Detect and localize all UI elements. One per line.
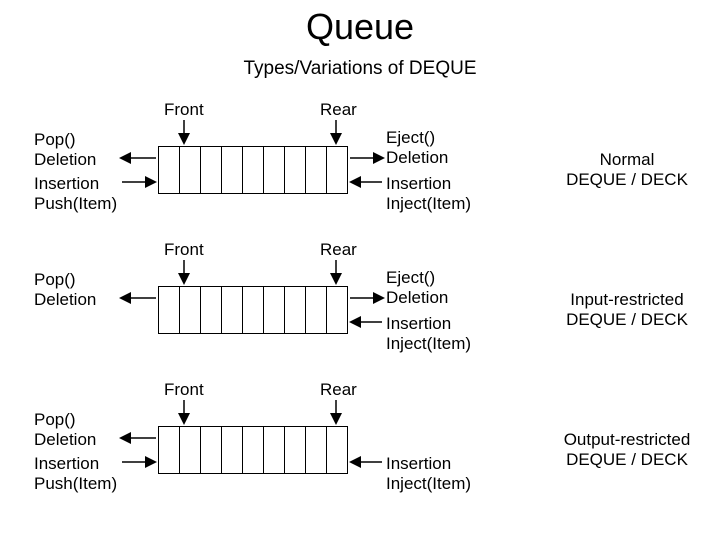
deque-cells-2 — [158, 286, 348, 334]
type-label-input: Input-restricted DEQUE / DECK — [552, 290, 702, 330]
cell — [158, 426, 180, 474]
cell — [221, 146, 243, 194]
cell — [179, 286, 201, 334]
rear-label-3: Rear — [320, 380, 357, 400]
page-title: Queue — [0, 6, 720, 48]
cell — [284, 286, 306, 334]
insertion-push-3: Insertion Push(Item) — [34, 454, 117, 493]
front-label-2: Front — [164, 240, 204, 260]
cell — [179, 146, 201, 194]
cell — [221, 286, 243, 334]
pop-deletion-1: Pop() Deletion — [34, 130, 96, 169]
cell — [326, 286, 348, 334]
cell — [326, 426, 348, 474]
cell — [221, 426, 243, 474]
cell — [284, 146, 306, 194]
cell — [200, 286, 222, 334]
cell — [242, 286, 264, 334]
cell — [158, 146, 180, 194]
insertion-inject-3: Insertion Inject(Item) — [386, 454, 471, 493]
cell — [200, 146, 222, 194]
cell — [284, 426, 306, 474]
eject-deletion-2: Eject() Deletion — [386, 268, 448, 307]
cell — [242, 426, 264, 474]
pop-deletion-2: Pop() Deletion — [34, 270, 96, 309]
insertion-inject-2: Insertion Inject(Item) — [386, 314, 471, 353]
cell — [326, 146, 348, 194]
eject-deletion-1: Eject() Deletion — [386, 128, 448, 167]
front-label-1: Front — [164, 100, 204, 120]
cell — [305, 146, 327, 194]
cell — [263, 426, 285, 474]
cell — [242, 146, 264, 194]
cell — [158, 286, 180, 334]
type-label-normal: Normal DEQUE / DECK — [552, 150, 702, 190]
cell — [305, 286, 327, 334]
front-label-3: Front — [164, 380, 204, 400]
rear-label-2: Rear — [320, 240, 357, 260]
insertion-push-1: Insertion Push(Item) — [34, 174, 117, 213]
cell — [305, 426, 327, 474]
type-label-output: Output-restricted DEQUE / DECK — [552, 430, 702, 470]
cell — [179, 426, 201, 474]
insertion-inject-1: Insertion Inject(Item) — [386, 174, 471, 213]
pop-deletion-3: Pop() Deletion — [34, 410, 96, 449]
cell — [263, 286, 285, 334]
page-subtitle: Types/Variations of DEQUE — [0, 58, 720, 80]
rear-label-1: Rear — [320, 100, 357, 120]
deque-cells-1 — [158, 146, 348, 194]
deque-cells-3 — [158, 426, 348, 474]
cell — [263, 146, 285, 194]
cell — [200, 426, 222, 474]
